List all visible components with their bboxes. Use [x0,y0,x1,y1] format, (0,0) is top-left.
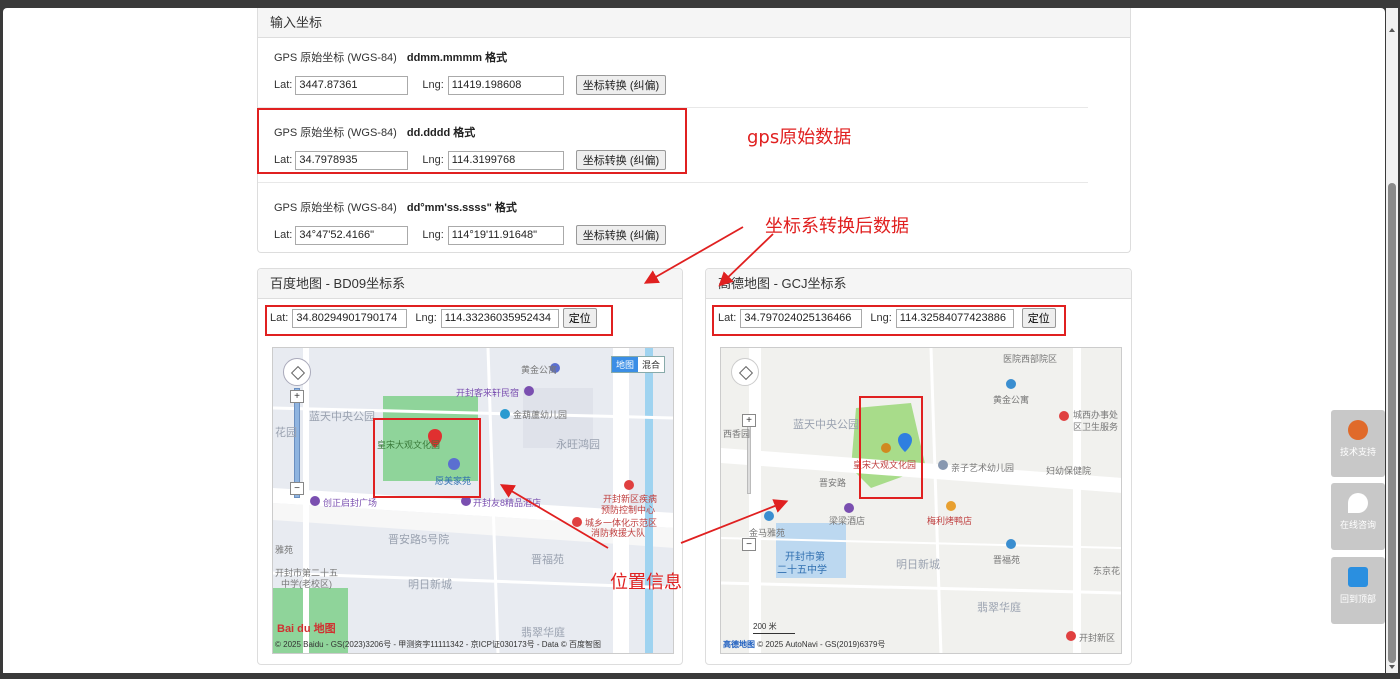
coord-row-dms: GPS 原始坐标 (WGS-84) dd°mm'ss.ssss" 格式 Lat: … [274,200,667,245]
map-copyright: © 2025 AutoNavi - GS(2019)6379号 [757,640,886,649]
convert-button[interactable]: 坐标转换 (纠偏) [575,75,667,95]
lat-label: Lat: [274,229,293,241]
map-label: 开封客来轩民宿 [456,388,520,398]
map-label: 蓝天中央公园 [309,411,375,423]
divider [258,182,1088,183]
map-label: 开封友8精品酒店 [473,498,542,508]
zoom-out-button[interactable]: − [742,538,756,551]
coord-row-ddmm: GPS 原始坐标 (WGS-84)ddmm.mmmm 格式 Lat: Lng: … [274,50,667,95]
baidu-logo: Bai du 地图 [277,623,336,635]
map-label: 开封新区 [1079,633,1116,643]
gaode-map-roads [721,348,1121,653]
lat-input[interactable] [295,75,409,95]
side-button-label: 在线咨询 [1339,520,1376,530]
map-label: 晋福苑 [531,554,564,566]
map-label: 消防救援大队 [591,528,646,538]
map-label: 晋安路5号院 [388,534,450,546]
map-label: 梁梁酒店 [829,516,866,526]
lat-input[interactable] [295,225,409,245]
map-label: 东京花 [1093,566,1121,576]
scrollbar-thumb[interactable] [1388,183,1396,663]
side-button-label: 回到顶部 [1339,594,1376,604]
vertical-scrollbar[interactable] [1386,8,1398,673]
annotation-raw-data: gps原始数据 [747,127,852,148]
map-label: 区卫生服务 [1073,422,1119,432]
row-format: dd°mm'ss.ssss" 格式 [406,202,517,214]
lng-label: Lng: [422,79,444,91]
zoom-out-button[interactable]: − [290,482,304,495]
map-label: 创正启封广场 [323,498,378,508]
map-copyright: © 2025 Baidu - GS(2023)3206号 - 甲测资字11111… [275,640,602,649]
zoom-in-button[interactable]: + [290,390,304,403]
map-label: 蓝天中央公园 [793,419,859,431]
gaode-logo: 高德地图 [723,640,755,649]
side-button-label: 技术支持 [1339,447,1376,457]
row-format: ddmm.mmmm 格式 [406,52,508,64]
zoom-in-button[interactable]: + [742,414,756,427]
row-title: GPS 原始坐标 (WGS-84) [274,202,397,214]
map-pan-control[interactable] [283,358,311,386]
gaode-coords-highlight-box [712,305,1066,336]
map-label: 明日新城 [896,559,940,571]
map-label: 预防控制中心 [601,505,656,515]
map-label: 西香园 [723,429,751,439]
map-label: 晋福苑 [993,555,1021,565]
baidu-coords-highlight-box [265,305,613,336]
tech-support-button[interactable]: 技术支持 [1331,410,1385,477]
monkey-icon [1348,420,1368,440]
map-label: 永旺鸿园 [556,439,600,451]
gaode-map[interactable]: + − 医院西部院区 黄金公寓 城西办事处 区卫生服务 蓝天中央公园 西香园 皇… [720,347,1122,654]
row-title: GPS 原始坐标 (WGS-84) [274,52,397,64]
lng-input[interactable] [447,75,564,95]
map-label: 妇幼保健院 [1046,466,1092,476]
map-label: 黄金公寓 [521,365,558,375]
chat-icon [1348,493,1368,513]
map-label: 金葫蘆幼儿园 [513,410,568,420]
lng-input[interactable] [447,225,564,245]
back-to-top-button[interactable]: 回到顶部 [1331,557,1385,624]
map-label: 金马雅苑 [749,528,786,538]
map-scale: 200 米 [753,621,795,634]
map-label: 医院西部院区 [1003,354,1058,364]
map-type-hybrid[interactable]: 混合 [637,357,664,372]
map-pan-control[interactable] [731,358,759,386]
map-label: 花园 [275,427,297,439]
map-label: 明日新城 [408,579,452,591]
lat-label: Lat: [274,79,293,91]
map-label: 雅苑 [275,545,294,555]
annotation-position-info: 位置信息 [610,572,682,593]
annotation-converted-data: 坐标系转换后数据 [765,216,909,237]
scroll-down-arrow[interactable] [1389,665,1395,669]
panel-heading: 高德地图 - GCJ坐标系 [706,269,1131,299]
map-label: 翡翠华庭 [521,627,565,639]
back-to-top-icon [1348,567,1368,587]
map-label: 中学(老校区) [281,579,332,589]
panel-heading: 百度地图 - BD09坐标系 [258,269,682,299]
map-label: 晋安路 [819,478,847,488]
baidu-map[interactable]: + − 地图 混合 黄金公寓 开封客来轩民宿 金葫蘆幼儿园 蓝天中央公园 花园 … [272,347,674,654]
lng-label: Lng: [422,229,444,241]
map-type-toggle[interactable]: 地图 混合 [610,356,665,373]
map-label: 黄金公寓 [993,395,1030,405]
raw-data-highlight-box [257,108,687,174]
map-type-map[interactable]: 地图 [611,357,638,372]
page-viewport: 输入坐标 GPS 原始坐标 (WGS-84) ddmm.mmmm 格式 Lat: … [3,8,1385,673]
map-label: 梅利烤鸭店 [927,516,973,526]
gaode-position-highlight-box [859,396,923,499]
map-label: 亲子艺术幼儿园 [951,463,1015,473]
online-consult-button[interactable]: 在线咨询 [1331,483,1385,550]
map-label: 二十五中学 [777,565,827,576]
map-label: 翡翠华庭 [977,602,1021,614]
convert-button[interactable]: 坐标转换 (纠偏) [575,225,667,245]
scroll-up-arrow[interactable] [1389,28,1395,32]
baidu-position-highlight-box [373,418,481,498]
panel-heading: 输入坐标 [258,8,1130,38]
